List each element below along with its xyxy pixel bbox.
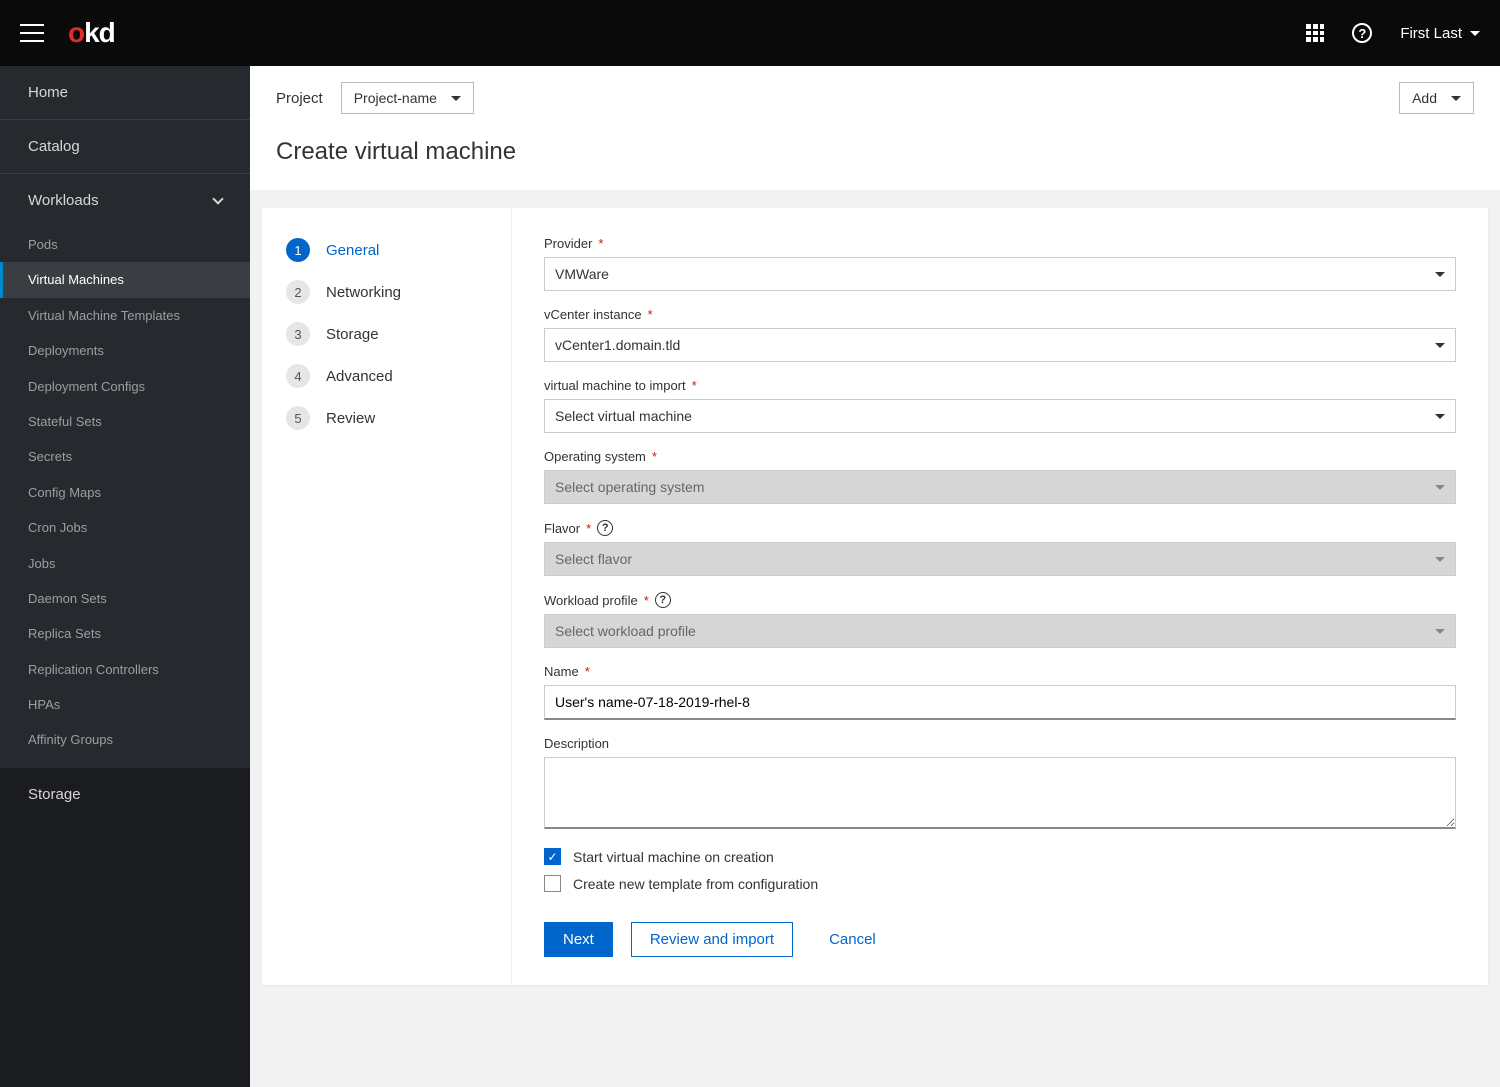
apps-icon[interactable]	[1306, 24, 1324, 42]
caret-down-icon	[1470, 31, 1480, 36]
description-label: Description	[544, 736, 609, 751]
sidebar-storage[interactable]: Storage	[0, 768, 250, 821]
sidebar-item-affinity-groups[interactable]: Affinity Groups	[0, 722, 250, 757]
sidebar-item-cron-jobs[interactable]: Cron Jobs	[0, 510, 250, 545]
start-vm-checkbox[interactable]	[544, 848, 561, 865]
caret-down-icon	[1435, 485, 1445, 490]
sidebar: Home Catalog Workloads Pods Virtual Mach…	[0, 66, 250, 1087]
sidebar-item-stateful-sets[interactable]: Stateful Sets	[0, 404, 250, 439]
os-label: Operating system	[544, 449, 646, 464]
info-icon[interactable]: ?	[597, 520, 613, 536]
sidebar-item-deployments[interactable]: Deployments	[0, 333, 250, 368]
chevron-down-icon	[212, 193, 223, 204]
sidebar-item-secrets[interactable]: Secrets	[0, 439, 250, 474]
caret-down-icon	[1435, 343, 1445, 348]
info-icon[interactable]: ?	[655, 592, 671, 608]
sidebar-item-pods[interactable]: Pods	[0, 227, 250, 262]
os-select[interactable]: Select operating system	[544, 470, 1456, 504]
caret-down-icon	[1451, 96, 1461, 101]
step-general[interactable]: 1General	[286, 238, 487, 262]
name-input[interactable]	[544, 685, 1456, 720]
create-template-checkbox[interactable]	[544, 875, 561, 892]
top-bar: okd ? First Last	[0, 0, 1500, 66]
caret-down-icon	[1435, 414, 1445, 419]
sidebar-item-config-maps[interactable]: Config Maps	[0, 475, 250, 510]
vcenter-label: vCenter instance	[544, 307, 642, 322]
caret-down-icon	[1435, 629, 1445, 634]
sidebar-item-vm-templates[interactable]: Virtual Machine Templates	[0, 298, 250, 333]
page-title: Create virtual machine	[276, 138, 1474, 166]
workload-select[interactable]: Select workload profile	[544, 614, 1456, 648]
add-button[interactable]: Add	[1399, 82, 1474, 114]
sidebar-item-deployment-configs[interactable]: Deployment Configs	[0, 369, 250, 404]
cancel-button[interactable]: Cancel	[811, 923, 894, 956]
sidebar-item-daemon-sets[interactable]: Daemon Sets	[0, 581, 250, 616]
sidebar-catalog[interactable]: Catalog	[0, 120, 250, 174]
sidebar-item-replica-sets[interactable]: Replica Sets	[0, 616, 250, 651]
logo: okd	[68, 17, 115, 49]
project-label: Project	[276, 90, 323, 107]
review-import-button[interactable]: Review and import	[631, 922, 793, 957]
sidebar-item-virtual-machines[interactable]: Virtual Machines	[0, 262, 250, 297]
menu-toggle-icon[interactable]	[20, 24, 44, 42]
provider-label: Provider	[544, 236, 592, 251]
workload-label: Workload profile	[544, 593, 638, 608]
sidebar-workloads[interactable]: Workloads	[0, 174, 250, 227]
project-selector[interactable]: Project-name	[341, 82, 474, 114]
step-storage[interactable]: 3Storage	[286, 322, 487, 346]
step-networking[interactable]: 2Networking	[286, 280, 487, 304]
user-menu[interactable]: First Last	[1400, 25, 1480, 42]
sidebar-item-replication-controllers[interactable]: Replication Controllers	[0, 652, 250, 687]
sidebar-item-jobs[interactable]: Jobs	[0, 546, 250, 581]
sidebar-item-hpas[interactable]: HPAs	[0, 687, 250, 722]
wizard-steps: 1General 2Networking 3Storage 4Advanced …	[262, 208, 512, 985]
flavor-select[interactable]: Select flavor	[544, 542, 1456, 576]
sidebar-home[interactable]: Home	[0, 66, 250, 120]
import-vm-label: virtual machine to import	[544, 378, 686, 393]
provider-select[interactable]: VMWare	[544, 257, 1456, 291]
flavor-label: Flavor	[544, 521, 580, 536]
form-area: Provider * VMWare vCenter instance * vCe…	[512, 208, 1488, 985]
main-content: Project Project-name Add Create virtual …	[250, 66, 1500, 1087]
next-button[interactable]: Next	[544, 922, 613, 957]
help-icon[interactable]: ?	[1352, 23, 1372, 43]
vcenter-select[interactable]: vCenter1.domain.tld	[544, 328, 1456, 362]
step-advanced[interactable]: 4Advanced	[286, 364, 487, 388]
caret-down-icon	[451, 96, 461, 101]
create-template-label: Create new template from configuration	[573, 876, 818, 892]
step-review[interactable]: 5Review	[286, 406, 487, 430]
user-name: First Last	[1400, 25, 1462, 42]
caret-down-icon	[1435, 557, 1445, 562]
start-vm-label: Start virtual machine on creation	[573, 849, 774, 865]
name-label: Name	[544, 664, 579, 679]
description-input[interactable]	[544, 757, 1456, 829]
import-vm-select[interactable]: Select virtual machine	[544, 399, 1456, 433]
caret-down-icon	[1435, 272, 1445, 277]
